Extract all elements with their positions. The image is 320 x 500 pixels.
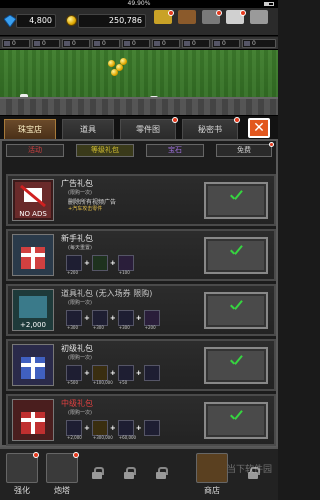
shop-card-basic-pack: 初级礼包 (限购一次) +500 + +100,000 + +50 +	[6, 339, 276, 391]
card-button[interactable]	[200, 10, 222, 34]
resource-slot: 0	[242, 39, 276, 48]
trophy-button[interactable]	[152, 10, 174, 34]
tab-jewel-shop[interactable]: 珠宝店	[4, 119, 56, 139]
coin-item: +100,000	[91, 365, 113, 385]
card-limit: (限购一次)	[68, 410, 92, 416]
shop-card-starter-pack: 新手礼包 (每天重置) +200 + + +100	[6, 229, 276, 281]
subtab-event[interactable]: 活动	[6, 144, 64, 157]
coin-item: +300,000	[91, 420, 113, 440]
part-item: +300	[66, 310, 82, 330]
shop-card-ad-pack: NO ADS 广告礼包 (限购一次) 删除所有视频广告 +汽车攻击零件	[6, 174, 276, 226]
scroll-button[interactable]	[224, 10, 246, 34]
shop-panel: 活动 等级礼包 宝石 免费 NO ADS 广告礼包 (限购一次) 删除所有视频广…	[0, 139, 278, 447]
game-scene[interactable]	[0, 50, 278, 115]
gem-item: +200	[66, 255, 82, 275]
svg-text:+2,000: +2,000	[20, 321, 46, 329]
coin-drop[interactable]	[120, 58, 127, 65]
purple-gem-item: +100	[117, 255, 134, 275]
coin-icon	[66, 15, 77, 26]
gem-count: 4,800	[16, 14, 56, 28]
buy-button[interactable]	[204, 347, 268, 384]
resource-slot: 0	[122, 39, 150, 48]
card-limit: (限购一次)	[68, 300, 92, 306]
part-item: +300	[117, 310, 134, 330]
tab-items[interactable]: 道具	[62, 119, 114, 139]
card-title: 初级礼包	[61, 344, 93, 353]
shop-card-mid-pack: 中级礼包 (限购一次) +2,000 + +300,000 + +60,000 …	[6, 394, 276, 446]
subtab-gems[interactable]: 宝石	[146, 144, 204, 157]
top-bar: 4,800 250,786	[0, 8, 278, 36]
tank-icon	[6, 452, 39, 483]
tab-secret-book[interactable]: 秘密书	[182, 117, 240, 139]
shop-icon	[196, 453, 228, 483]
nav-shop[interactable]: 商店	[194, 453, 230, 499]
check-icon	[228, 245, 246, 259]
battery-icon	[264, 2, 274, 6]
nav-upgrade[interactable]: 强化	[4, 452, 40, 499]
buy-button[interactable]	[204, 182, 268, 219]
gift-icon	[12, 234, 54, 276]
card-title: 新手礼包	[61, 234, 93, 243]
chest-icon	[178, 10, 196, 24]
svg-text:NO ADS: NO ADS	[19, 210, 47, 218]
purple-gem-item: +200	[143, 310, 160, 330]
lock-icon	[156, 467, 168, 479]
lock-icon	[124, 467, 136, 479]
part-item: +60,000	[117, 420, 136, 440]
booster-item	[91, 255, 108, 271]
tab-parts[interactable]: 零件图	[120, 117, 178, 139]
buy-button[interactable]	[204, 292, 268, 329]
check-icon	[228, 300, 246, 314]
coin-drop[interactable]	[108, 60, 115, 67]
resource-slot: 0	[212, 39, 240, 48]
buy-button[interactable]	[204, 402, 268, 439]
card-limit: (限购一次)	[68, 190, 92, 196]
card-title: 广告礼包	[61, 179, 93, 188]
check-icon	[228, 190, 246, 204]
subtab-free[interactable]: 免费	[216, 142, 274, 157]
ticket-item	[143, 420, 160, 436]
close-button[interactable]: ✕	[248, 118, 270, 138]
turret-icon	[46, 452, 79, 483]
resource-slot: 0	[62, 39, 90, 48]
resource-slot: 0	[152, 39, 180, 48]
resource-slot: 0	[182, 39, 210, 48]
card-limit: (每天重置)	[68, 245, 92, 251]
resource-slot: 0	[32, 39, 60, 48]
card-bonus: +汽车攻击零件	[68, 206, 103, 212]
pack-icon: +2,000	[12, 289, 54, 331]
no-ads-icon: NO ADS	[12, 179, 54, 221]
coin-count: 250,786	[78, 14, 146, 28]
resource-slot: 0	[92, 39, 120, 48]
gift-icon	[12, 344, 54, 386]
nav-turret[interactable]: 炮塔	[44, 452, 80, 499]
gift-icon	[12, 399, 54, 441]
card-title: 道具礼包 (无入场券 限购)	[61, 289, 153, 298]
part-item: +300	[91, 310, 108, 330]
check-icon	[228, 410, 246, 424]
resource-slot: 0	[2, 39, 30, 48]
shop-tabs: 珠宝店 道具 零件图 秘密书	[0, 115, 278, 139]
lock-icon	[92, 467, 104, 479]
card-title: 中级礼包	[61, 399, 93, 408]
resource-bar: 0 0 0 0 0 0 0 0 0	[0, 37, 278, 50]
status-bar: 49.90%	[0, 0, 278, 8]
ground	[0, 97, 278, 115]
part-item: +50	[117, 365, 134, 385]
ticket-item	[143, 365, 160, 381]
battery-text: 49.90%	[127, 0, 151, 7]
buy-button[interactable]	[204, 237, 268, 274]
gem-icon	[4, 15, 16, 27]
gem-item: +500	[66, 365, 82, 385]
coin-drop[interactable]	[111, 69, 118, 76]
watermark: 当下软件园	[226, 465, 272, 475]
subtab-level-pack[interactable]: 等级礼包	[76, 144, 134, 157]
settings-button[interactable]	[248, 10, 270, 34]
check-icon	[228, 355, 246, 369]
chest-button[interactable]	[176, 10, 198, 34]
gem-item: +2,000	[66, 420, 82, 440]
settings-icon	[250, 10, 268, 24]
shop-card-item-pack: +2,000 道具礼包 (无入场券 限购) (限购一次) +300 + +300…	[6, 284, 276, 336]
card-limit: (限购一次)	[68, 355, 92, 361]
